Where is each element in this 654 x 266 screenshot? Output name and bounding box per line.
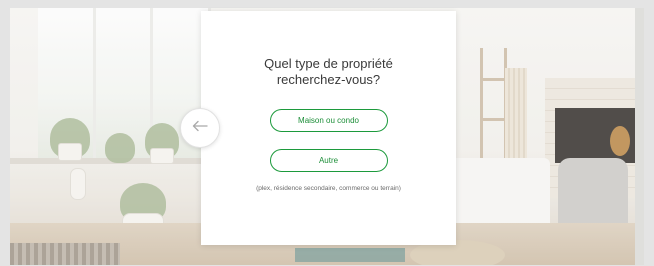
- option-maison-ou-condo-button[interactable]: Maison ou condo: [269, 109, 388, 132]
- arrow-left-icon: [192, 119, 208, 137]
- property-type-dialog: Quel type de propriété recherchez-vous? …: [201, 11, 456, 245]
- autre-description: (plex, résidence secondaire, commerce ou…: [256, 185, 401, 192]
- dialog-title: Quel type de propriété recherchez-vous?: [264, 56, 393, 87]
- back-button[interactable]: [180, 108, 220, 148]
- option-autre-button[interactable]: Autre: [269, 149, 388, 172]
